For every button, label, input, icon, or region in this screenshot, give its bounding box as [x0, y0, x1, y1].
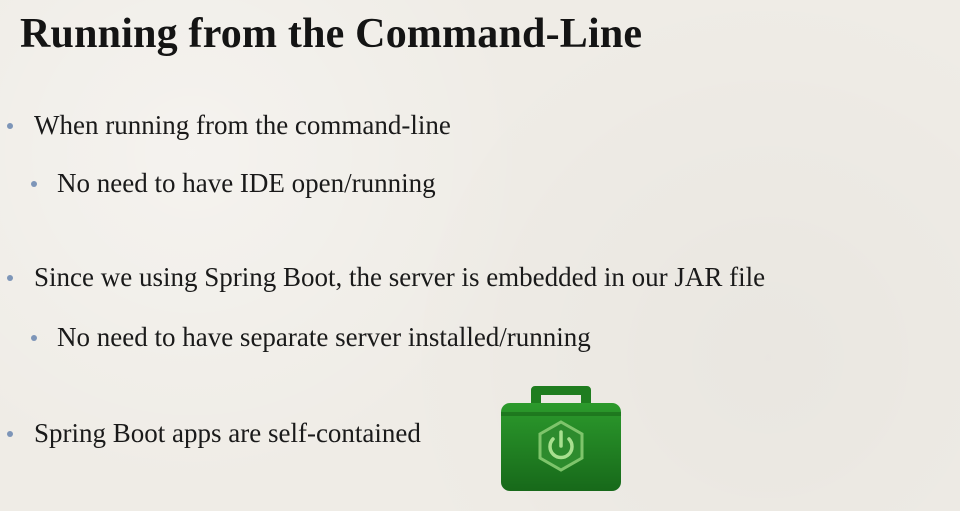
bullet-dot: [7, 123, 13, 129]
sub-bullet-item: No need to have separate server installe…: [31, 322, 591, 353]
bullet-text: No need to have IDE open/running: [57, 168, 436, 198]
bullet-item: Spring Boot apps are self-contained: [7, 418, 421, 449]
bullet-text: Since we using Spring Boot, the server i…: [34, 262, 766, 292]
spring-boot-toolbox-icon: [498, 384, 624, 494]
bullet-dot: [7, 275, 13, 281]
sub-bullet-item: No need to have IDE open/running: [31, 168, 436, 199]
bullet-text: Spring Boot apps are self-contained: [34, 418, 421, 448]
slide-title: Running from the Command-Line: [20, 11, 643, 57]
slide: Running from the Command-Line When runni…: [0, 0, 960, 511]
bullet-text: When running from the command-line: [34, 110, 451, 140]
bullet-item: Since we using Spring Boot, the server i…: [7, 262, 766, 293]
bullet-dot: [31, 181, 37, 187]
bullet-dot: [7, 431, 13, 437]
bullet-dot: [31, 335, 37, 341]
bullet-item: When running from the command-line: [7, 110, 451, 141]
bullet-text: No need to have separate server installe…: [57, 322, 591, 352]
